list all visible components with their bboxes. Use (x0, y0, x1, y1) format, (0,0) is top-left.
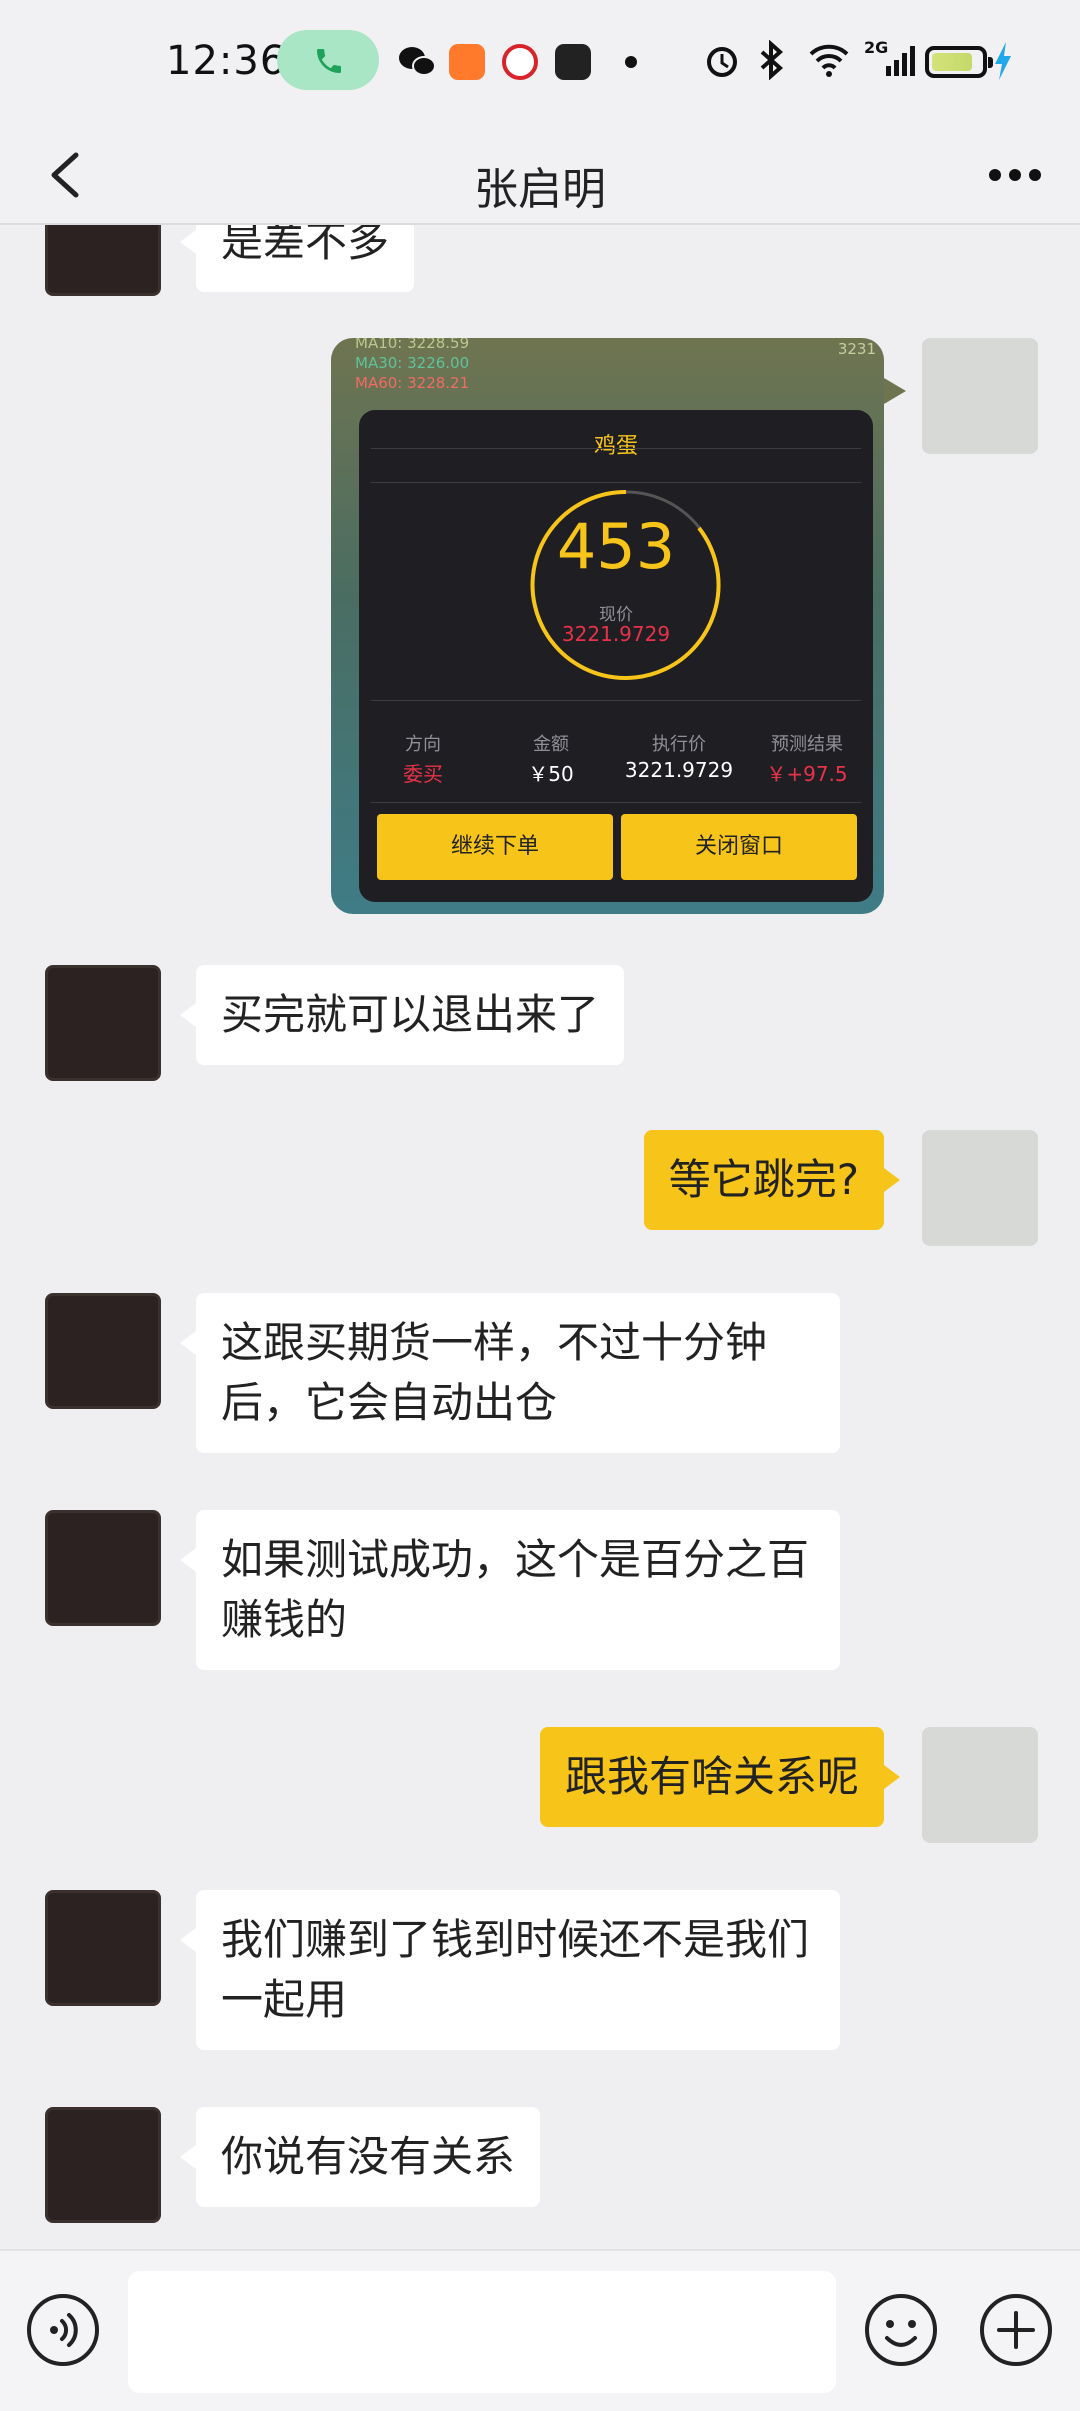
more-options-button[interactable] (985, 153, 1045, 197)
contact-avatar[interactable] (45, 1510, 161, 1626)
amount-label: 金额 (533, 734, 569, 755)
self-avatar[interactable] (922, 338, 1038, 454)
ma10-label: MA10: 3228.59 (355, 338, 470, 352)
amount-column: 金额 ￥50 (487, 730, 615, 787)
charging-icon (995, 42, 1011, 80)
clock-app-icon (555, 44, 591, 80)
message-bubble-sent[interactable]: 跟我有啥关系呢 (539, 1727, 901, 1827)
continue-order-button[interactable]: 继续下单 (377, 814, 613, 880)
uc-browser-icon (449, 44, 485, 80)
wifi-icon (809, 44, 849, 77)
price-value: 3221.9729 (561, 622, 671, 646)
battery-icon (925, 46, 993, 78)
contact-avatar[interactable] (45, 1293, 161, 1409)
message-bubble-received[interactable]: 买完就可以退出来了 (179, 965, 625, 1065)
predicted-result-label: 预测结果 (771, 734, 843, 755)
message-bubble-received[interactable]: 这跟买期货一样，不过十分钟后，它会自动出仓 (180, 1293, 840, 1453)
bluetooth-icon (760, 40, 784, 80)
bubble-tail (884, 378, 906, 404)
divider (371, 448, 861, 449)
self-avatar[interactable] (922, 1727, 1038, 1843)
phone-icon (317, 49, 341, 73)
strike-price-value: 3221.9729 (624, 758, 734, 782)
chart-corner-value: 3231 (837, 340, 876, 358)
message-bubble-sent[interactable]: 等它跳完? (643, 1130, 901, 1230)
voice-input-icon[interactable] (24, 2291, 102, 2369)
divider (371, 482, 861, 483)
message-bubble-received[interactable]: 如果测试成功，这个是百分之百赚钱的 (180, 1510, 840, 1670)
divider (371, 802, 861, 803)
emoji-icon[interactable] (862, 2291, 940, 2369)
divider (371, 700, 861, 701)
contact-avatar[interactable] (45, 2107, 161, 2223)
wechat-icon (399, 47, 436, 76)
image-message[interactable]: MA10: 3228.59 MA30: 3226.00 MA60: 3228.2… (331, 338, 884, 914)
ma60-label: MA60: 3228.21 (355, 374, 470, 392)
ma30-label: MA30: 3226.00 (355, 354, 470, 372)
signal-icon (886, 46, 915, 76)
chat-header: 张启明 (0, 125, 1080, 225)
alarm-icon (707, 47, 737, 77)
strike-price-column: 执行价 3221.9729 (615, 730, 743, 782)
contact-avatar[interactable] (45, 1890, 161, 2006)
message-bubble-received[interactable]: 是差不多 (179, 225, 415, 292)
message-input[interactable] (128, 2271, 836, 2393)
add-attachment-icon[interactable] (977, 2291, 1055, 2369)
strike-price-label: 执行价 (652, 734, 706, 755)
message-list[interactable]: 是差不多 MA10: 3228.59 MA30: 3226.00 MA60: 3… (0, 225, 1080, 2249)
status-time: 12:36 (166, 38, 287, 84)
message-bubble-received[interactable]: 你说有没有关系 (179, 2107, 541, 2207)
input-bar (0, 2249, 1080, 2411)
message-bubble-received[interactable]: 我们赚到了钱到时候还不是我们一起用 (180, 1890, 840, 2050)
panel-title: 鸡蛋 (593, 434, 638, 459)
more-notifications-dot (625, 56, 637, 68)
order-result-panel: 鸡蛋 453 现价 3221.9729 方向 委买 金额 ￥50 执行价 322… (359, 410, 873, 902)
direction-column: 方向 委买 (359, 730, 487, 787)
gauge-value: 453 (556, 510, 676, 583)
icbc-icon (502, 44, 538, 80)
direction-label: 方向 (405, 734, 441, 755)
status-bar: 12:36 2G (0, 0, 1080, 125)
predicted-result-column: 预测结果 ￥+97.5 (743, 730, 871, 787)
contact-name: 张启明 (474, 164, 606, 215)
self-avatar[interactable] (922, 1130, 1038, 1246)
ongoing-call-pill[interactable] (277, 30, 379, 90)
amount-value: ￥50 (528, 762, 574, 786)
predicted-result-value: ￥+97.5 (766, 762, 848, 786)
contact-avatar[interactable] (45, 225, 161, 296)
contact-avatar[interactable] (45, 965, 161, 1081)
close-window-button[interactable]: 关闭窗口 (621, 814, 857, 880)
direction-value: 委买 (403, 762, 443, 786)
